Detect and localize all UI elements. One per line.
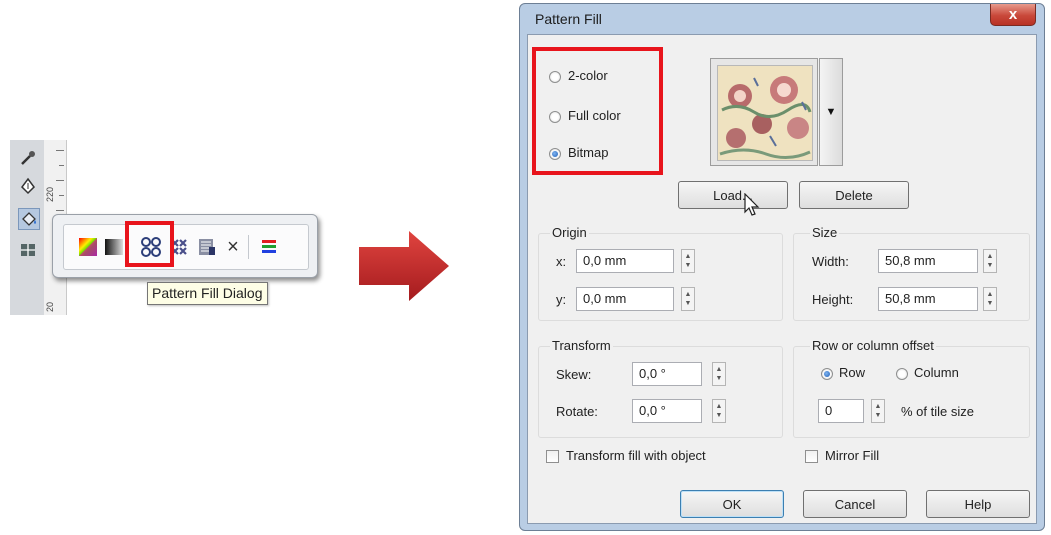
dialog-title: Pattern Fill bbox=[535, 11, 602, 27]
uniform-fill-icon[interactable] bbox=[76, 235, 100, 259]
mirror-fill-label: Mirror Fill bbox=[825, 448, 880, 463]
pattern-type-highlight bbox=[532, 47, 663, 175]
outline-pen-tool-icon[interactable] bbox=[18, 176, 38, 196]
color-docker-icon[interactable] bbox=[257, 235, 281, 259]
load-button[interactable]: Load... bbox=[678, 181, 788, 209]
origin-label: Origin bbox=[550, 225, 589, 240]
width-label: Width: bbox=[812, 254, 849, 269]
cancel-button[interactable]: Cancel bbox=[803, 490, 907, 518]
pattern-fill-highlight bbox=[125, 221, 174, 267]
transform-fill-label: Transform fill with object bbox=[566, 448, 706, 463]
height-spinner[interactable]: ▲ ▼ bbox=[983, 287, 997, 311]
skew-spinner[interactable]: ▲ ▼ bbox=[712, 362, 726, 386]
transform-fill-checkbox[interactable] bbox=[546, 450, 559, 463]
mouse-cursor-icon bbox=[744, 192, 762, 222]
rotate-field[interactable]: 0,0 ° bbox=[632, 399, 702, 423]
origin-x-field[interactable]: 0,0 mm bbox=[576, 249, 674, 273]
fill-flyout-toolbar: × bbox=[52, 214, 318, 278]
dialog-titlebar[interactable]: Pattern Fill x bbox=[520, 4, 1044, 34]
fill-tool-icon[interactable] bbox=[18, 208, 40, 230]
origin-y-label: y: bbox=[556, 292, 567, 307]
height-label: Height: bbox=[812, 292, 854, 307]
fill-flyout-inner: × bbox=[63, 224, 309, 270]
rotate-spinner[interactable]: ▲ ▼ bbox=[712, 399, 726, 423]
origin-y-field[interactable]: 0,0 mm bbox=[576, 287, 674, 311]
ruler-number: 220 bbox=[45, 186, 55, 202]
pattern-fill-dialog: Pattern Fill x 2-color Full color Bitmap bbox=[519, 3, 1045, 531]
pattern-preview[interactable] bbox=[710, 58, 818, 166]
tooltip: Pattern Fill Dialog bbox=[147, 282, 268, 305]
bitmap-pattern-thumbnail bbox=[717, 65, 813, 161]
ruler-number-lower: 20 bbox=[45, 301, 55, 312]
origin-y-spinner[interactable]: ▲ ▼ bbox=[681, 287, 695, 311]
fountain-fill-icon[interactable] bbox=[102, 235, 126, 259]
no-fill-icon[interactable]: × bbox=[221, 235, 245, 259]
offset-group bbox=[793, 346, 1030, 438]
right-arrow-icon bbox=[359, 231, 451, 306]
pattern-dropdown-button[interactable]: ▼ bbox=[819, 58, 843, 166]
width-field[interactable]: 50,8 mm bbox=[878, 249, 978, 273]
width-spinner[interactable]: ▲ ▼ bbox=[983, 249, 997, 273]
radio-column-label: Column bbox=[914, 365, 959, 380]
size-label: Size bbox=[810, 225, 840, 240]
mirror-fill-checkbox[interactable] bbox=[805, 450, 818, 463]
help-button[interactable]: Help bbox=[926, 490, 1030, 518]
radio-row[interactable] bbox=[821, 368, 833, 380]
radio-row-label: Row bbox=[839, 365, 866, 380]
postscript-fill-icon[interactable] bbox=[195, 235, 219, 259]
offset-field[interactable]: 0 bbox=[818, 399, 864, 423]
skew-label: Skew: bbox=[556, 367, 592, 382]
flyout-separator bbox=[248, 235, 249, 259]
offset-label: Row or column offset bbox=[810, 338, 936, 353]
offset-spinner[interactable]: ▲ ▼ bbox=[871, 399, 885, 423]
interactive-fill-tool-icon[interactable] bbox=[18, 240, 38, 260]
rotate-label: Rotate: bbox=[556, 404, 598, 419]
eyedropper-tool-icon[interactable] bbox=[18, 148, 38, 168]
origin-x-spinner[interactable]: ▲ ▼ bbox=[681, 249, 695, 273]
delete-button[interactable]: Delete bbox=[799, 181, 909, 209]
transform-group bbox=[538, 346, 783, 438]
ok-button[interactable]: OK bbox=[680, 490, 784, 518]
height-field[interactable]: 50,8 mm bbox=[878, 287, 978, 311]
toolbox bbox=[10, 140, 45, 315]
transform-label: Transform bbox=[550, 338, 613, 353]
skew-field[interactable]: 0,0 ° bbox=[632, 362, 702, 386]
radio-column[interactable] bbox=[896, 368, 908, 380]
offset-suffix: % of tile size bbox=[901, 404, 974, 419]
close-button[interactable]: x bbox=[990, 4, 1036, 26]
dialog-body: 2-color Full color Bitmap ▼ Load... Dele… bbox=[527, 34, 1037, 524]
origin-x-label: x: bbox=[556, 254, 567, 269]
